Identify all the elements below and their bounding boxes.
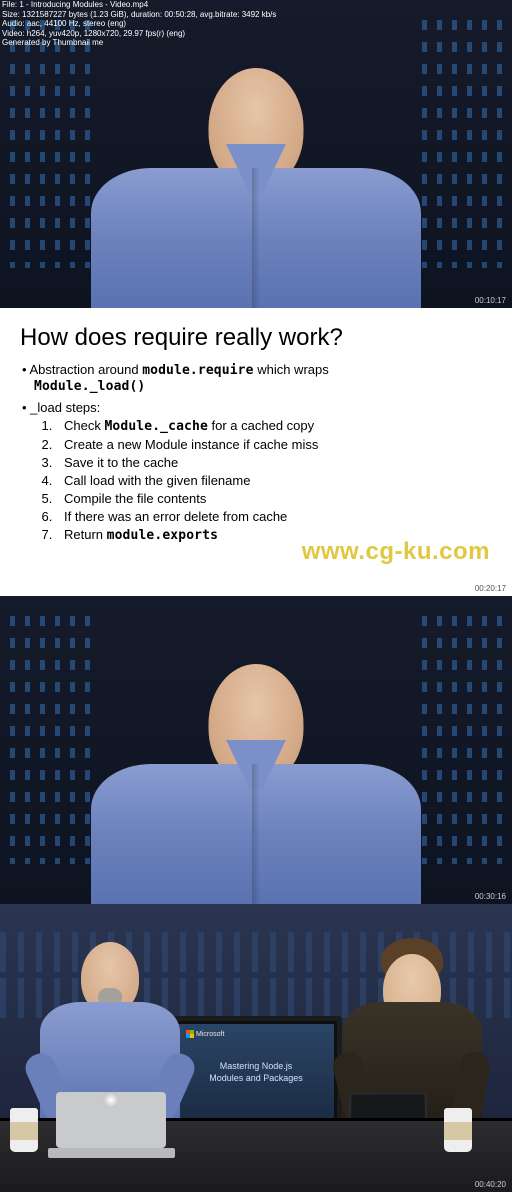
slide-step-2: Create a new Module instance if cache mi…	[56, 437, 492, 452]
slide-title: How does require really work?	[20, 324, 492, 352]
apple-logo-icon	[103, 1092, 119, 1108]
coffee-cup	[10, 1108, 38, 1152]
meta-audio: Audio: aac, 44100 Hz, stereo (eng)	[2, 19, 276, 29]
slide-step-4: Call load with the given filename	[56, 473, 492, 488]
meta-video: Video: h264, yuv420p, 1280x720, 29.97 fp…	[2, 29, 276, 39]
bg-bars-right	[422, 616, 502, 864]
monitor-title-line2: Modules and Packages	[209, 1072, 303, 1084]
bg-bars-right	[422, 20, 502, 268]
timestamp-4: 00:40:20	[475, 1180, 506, 1189]
presenter-figure	[91, 664, 421, 904]
slide-step-1: Check Module._cache for a cached copy	[56, 418, 492, 434]
meta-size: Size: 1321587227 bytes (1.23 GiB), durat…	[2, 10, 276, 20]
slide-bullet-2: _load steps: Check Module._cache for a c…	[22, 400, 492, 543]
coffee-cup	[444, 1108, 472, 1152]
monitor-screen: Microsoft Mastering Node.js Modules and …	[178, 1024, 334, 1120]
presentation-monitor: Microsoft Mastering Node.js Modules and …	[170, 1016, 342, 1128]
file-metadata-overlay: File: 1 - Introducing Modules - Video.mp…	[2, 0, 276, 48]
laptop	[56, 1072, 166, 1142]
bg-bars-left	[10, 20, 90, 268]
thumbnail-3: 00:30:16	[0, 596, 512, 904]
timestamp-2: 00:20:17	[475, 584, 506, 593]
timestamp-3: 00:30:16	[475, 892, 506, 901]
thumbnail-2-slide: How does require really work? Abstractio…	[0, 308, 512, 596]
presenter-figure	[91, 68, 421, 308]
slide-step-5: Compile the file contents	[56, 491, 492, 506]
bg-bars-left	[10, 616, 90, 864]
slide-bullet-1: Abstraction around module.require which …	[22, 362, 492, 394]
thumbnail-4: Microsoft Mastering Node.js Modules and …	[0, 904, 512, 1192]
microsoft-logo: Microsoft	[186, 1030, 224, 1039]
slide-step-6: If there was an error delete from cache	[56, 509, 492, 524]
meta-generated: Generated by Thumbnail me	[2, 38, 276, 48]
timestamp-1: 00:10:17	[475, 296, 506, 305]
slide-step-3: Save it to the cache	[56, 455, 492, 470]
microsoft-logo-icon	[186, 1030, 194, 1038]
watermark-text: www.cg-ku.com	[302, 538, 490, 566]
monitor-title-line1: Mastering Node.js	[220, 1060, 293, 1072]
meta-file: File: 1 - Introducing Modules - Video.mp…	[2, 0, 276, 10]
